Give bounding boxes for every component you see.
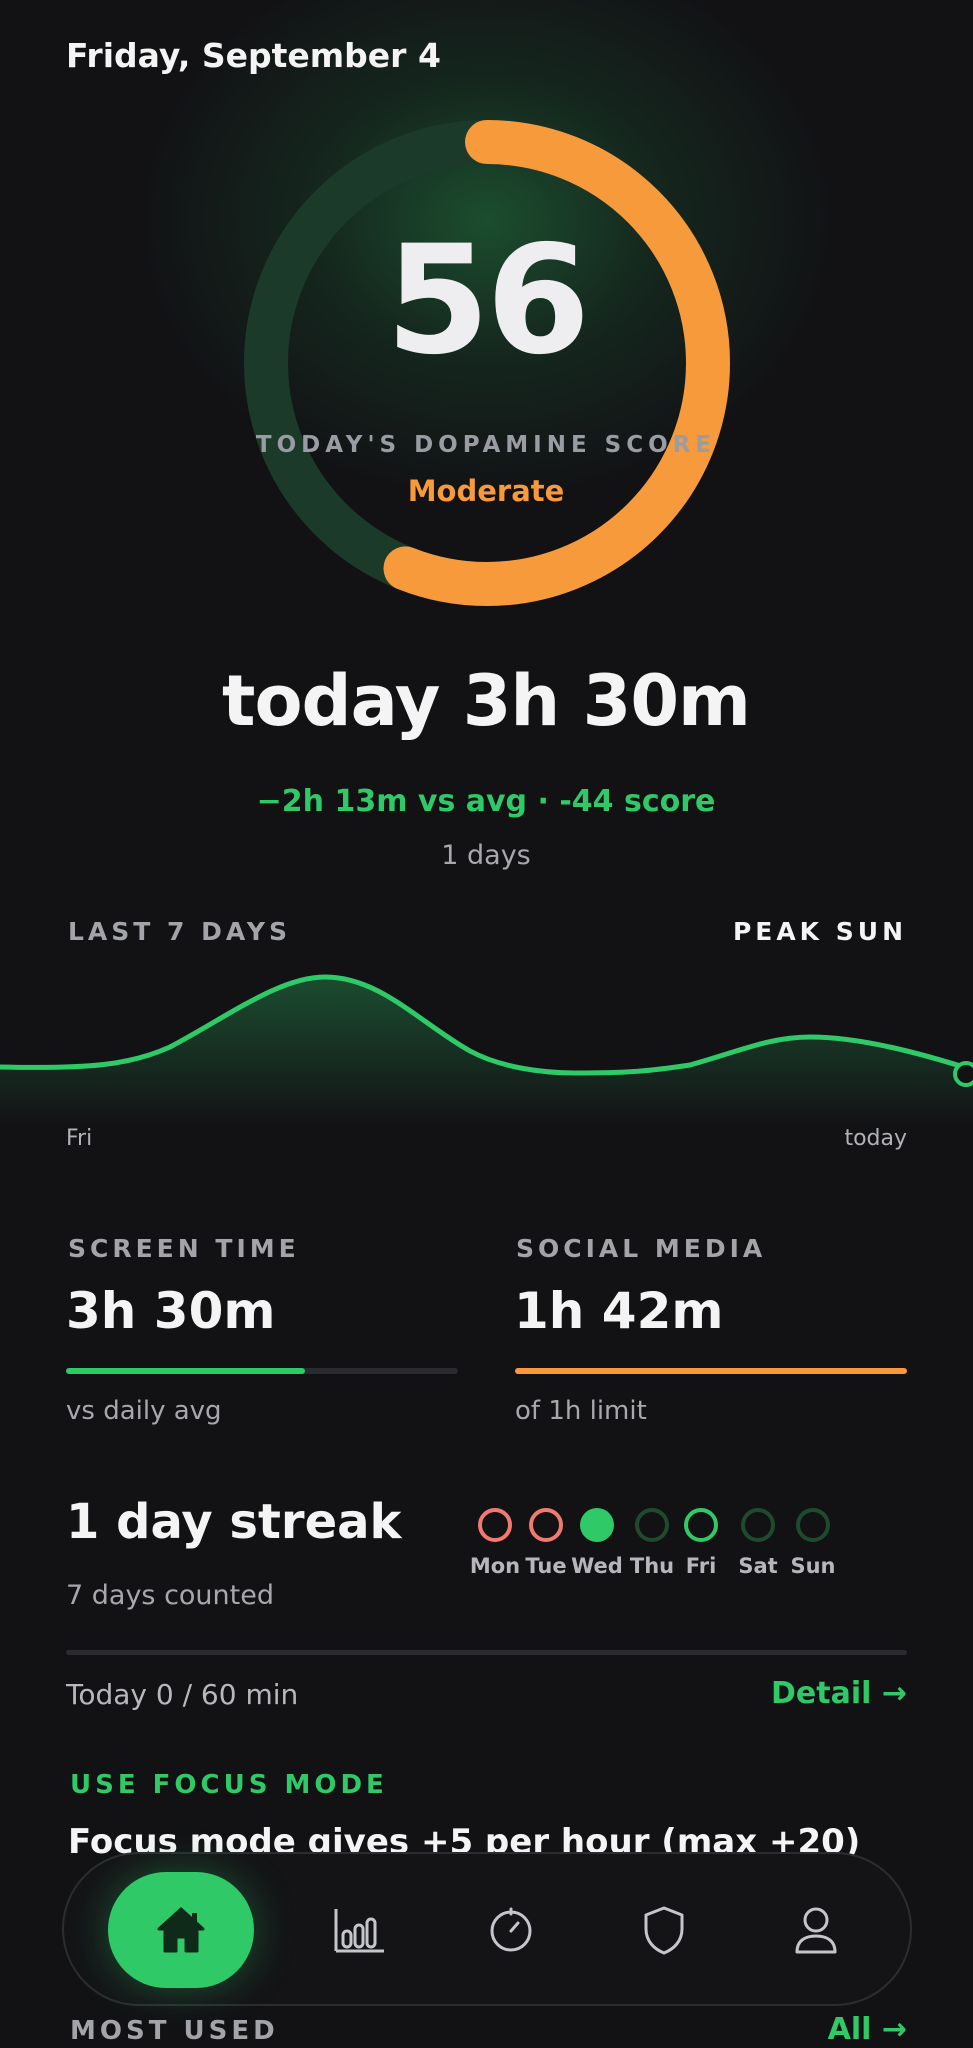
nav-stats-button[interactable] xyxy=(304,1875,414,1985)
profile-icon xyxy=(795,1907,837,1954)
days-count: 1 days xyxy=(441,840,531,871)
social-media-sub: of 1h limit xyxy=(515,1396,647,1426)
nav-home-button[interactable] xyxy=(108,1872,254,1988)
timer-icon xyxy=(490,1907,532,1952)
streak-dot xyxy=(741,1508,775,1542)
seven-day-trend-chart xyxy=(0,974,973,1125)
score-label: TODAY'S DOPAMINE SCORE xyxy=(255,432,717,458)
nav-timer-button[interactable] xyxy=(456,1875,566,1985)
streak-dot xyxy=(580,1508,614,1542)
social-media-bar xyxy=(515,1368,907,1374)
social-media-bar-fill xyxy=(515,1368,907,1374)
trend-label: LAST 7 DAYS xyxy=(68,917,291,946)
goal-divider xyxy=(66,1650,907,1655)
most-used-all-link[interactable]: All → xyxy=(828,2012,907,2047)
streak-sub: 7 days counted xyxy=(66,1580,274,1611)
score-level: Moderate xyxy=(407,474,565,508)
social-media-value: 1h 42m xyxy=(514,1282,724,1340)
screen-time-label: SCREEN TIME xyxy=(68,1234,300,1263)
streak-dot xyxy=(529,1508,563,1542)
streak-dot xyxy=(478,1508,512,1542)
social-media-label: SOCIAL MEDIA xyxy=(516,1234,767,1263)
trend-peak: PEAK SUN xyxy=(732,917,907,946)
trend-end-label: today xyxy=(844,1126,907,1151)
bottom-nav xyxy=(62,1852,912,2006)
streak-dot xyxy=(684,1508,718,1542)
today-screen-time: today 3h 30m xyxy=(221,660,751,742)
detail-link[interactable]: Detail → xyxy=(771,1676,907,1711)
streak-week: Mon Tue Wed Thu Fri Sat Sun xyxy=(470,1508,918,1588)
score-value: 56 xyxy=(385,214,591,388)
vs-average-delta: −2h 13m vs avg · -44 score xyxy=(256,784,716,819)
trend-area xyxy=(0,977,973,1125)
streak-title: 1 day streak xyxy=(66,1494,402,1550)
page-date: Friday, September 4 xyxy=(66,36,441,75)
shield-icon xyxy=(644,1906,684,1955)
focus-tip-label: USE FOCUS MODE xyxy=(70,1770,388,1800)
screen-time-value: 3h 30m xyxy=(66,1282,276,1340)
screen-time-bar-fill xyxy=(66,1368,306,1374)
trend-start-label: Fri xyxy=(66,1126,93,1151)
screen-time-bar xyxy=(66,1368,458,1374)
stats-icon xyxy=(334,1909,384,1953)
most-used-label: MOST USED xyxy=(70,2016,279,2046)
nav-shield-button[interactable] xyxy=(609,1875,719,1985)
trend-current-point xyxy=(953,1061,973,1087)
streak-dot xyxy=(635,1508,669,1542)
nav-profile-button[interactable] xyxy=(761,1875,871,1985)
screen-time-sub: vs daily avg xyxy=(66,1396,222,1426)
home-icon xyxy=(157,1907,205,1953)
focus-goal-progress: Today 0 / 60 min xyxy=(66,1678,299,1711)
streak-day-sun: Sun xyxy=(778,1508,848,1578)
streak-day-label: Sun xyxy=(790,1554,836,1578)
streak-dot xyxy=(796,1508,830,1542)
